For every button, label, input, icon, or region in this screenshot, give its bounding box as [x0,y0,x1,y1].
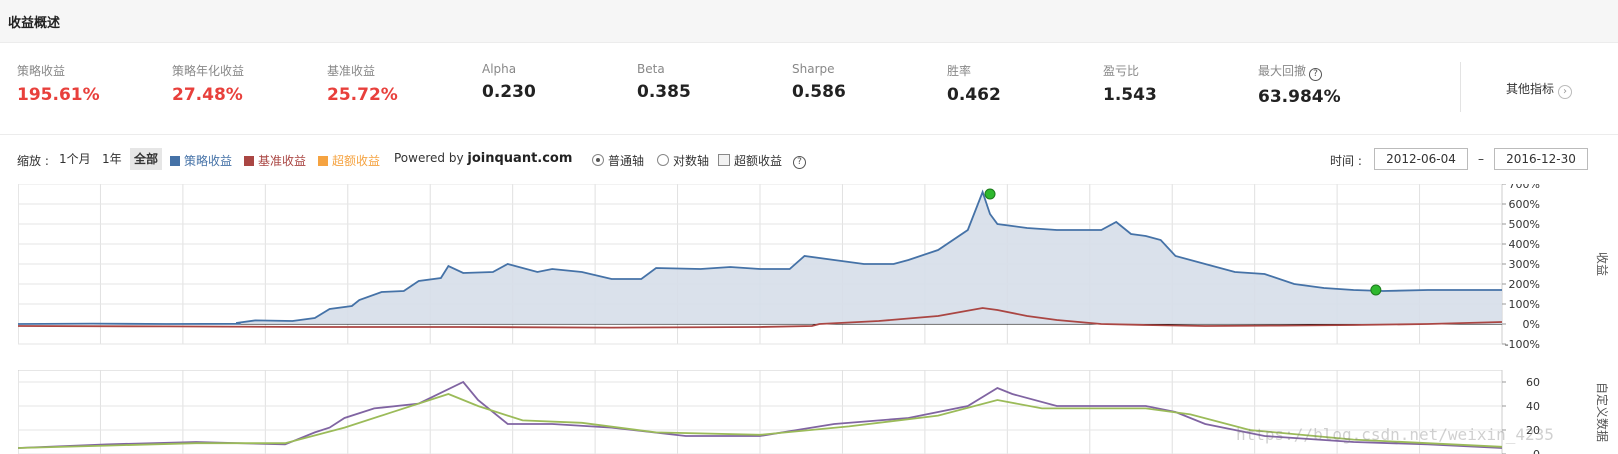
legend-strategy[interactable]: 策略收益 [170,152,232,169]
zoom-1-year[interactable]: 1年 [98,148,126,170]
zoom-1-month[interactable]: 1个月 [55,148,95,170]
y-tick-label: 60 [1526,376,1540,389]
help-icon: ? [793,156,806,169]
returns-chart[interactable]: 700% 600% 500% 400% 300% 200% 100% 0% -100% 收益 [18,184,1608,354]
y-tick-label: 600% [1509,198,1540,211]
legend-swatch [170,156,180,166]
chevron-right-icon: › [1558,85,1573,99]
summary-header: 收益概述 [0,0,1618,43]
metric-annual-return: 策略年化收益 27.48% [172,64,245,105]
date-separator: – [1478,152,1484,166]
metric-sharpe: Sharpe 0.586 [792,62,846,102]
metric-beta: Beta 0.385 [637,62,691,102]
y-axis-label: 收益 [1595,252,1608,276]
radio-icon [657,154,669,166]
axis-normal-radio[interactable]: 普通轴 [592,152,644,169]
y-tick-label: 200% [1509,278,1540,291]
legend-swatch [244,156,254,166]
y-tick-label: 0 [1533,448,1540,454]
y-tick-label: 0% [1523,318,1540,331]
y-tick-label: 500% [1509,218,1540,231]
legend-excess[interactable]: 超额收益 [318,152,380,169]
more-metrics-link[interactable]: 其他指标 › [1506,80,1573,99]
marker-point [984,188,996,200]
y-tick-label: 700% [1509,184,1540,191]
powered-by[interactable]: Powered by joinquant.com [394,151,572,166]
radio-icon [592,154,604,166]
metric-profit-loss-ratio: 盈亏比 1.543 [1103,64,1157,105]
axis-log-radio[interactable]: 对数轴 [657,152,709,169]
y-tick-label: 400% [1509,238,1540,251]
chart-toolbar: 缩放 : 1个月 1年 全部 策略收益 基准收益 超额收益 Powered by… [0,148,1618,172]
date-to-input[interactable]: 2016-12-30 [1494,148,1588,170]
date-from-input[interactable]: 2012-06-04 [1374,148,1468,170]
toolbar-help[interactable]: ? [790,152,806,169]
metric-benchmark-return: 基准收益 25.72% [327,64,398,105]
y-tick-label: -100% [1505,338,1540,351]
metrics-divider [1460,62,1461,112]
excess-return-checkbox[interactable]: 超额收益 [718,152,782,169]
checkbox-icon [718,154,730,166]
legend-benchmark[interactable]: 基准收益 [244,152,306,169]
metrics-row: 策略收益 195.61% 策略年化收益 27.48% 基准收益 25.72% A… [0,42,1618,135]
section-title: 收益概述 [8,16,61,31]
marker-point [1370,284,1382,296]
y-axis-label: 自定义数据 [1595,382,1608,442]
y-tick-label: 40 [1526,400,1540,413]
y-tick-label: 300% [1509,258,1540,271]
zoom-label: 缩放 : [17,154,49,168]
time-label: 时间 : [1330,154,1362,168]
zoom-all[interactable]: 全部 [130,148,163,170]
y-tick-label: 100% [1509,298,1540,311]
metric-alpha: Alpha 0.230 [482,62,536,102]
metric-strategy-return: 策略收益 195.61% [17,64,100,105]
metric-max-drawdown: 最大回撤? 63.984% [1258,64,1341,107]
metric-win-rate: 胜率 0.462 [947,64,1001,105]
watermark-text: https://blog.csdn.net/weixin_4235 [1236,425,1554,444]
legend-swatch [318,156,328,166]
help-icon[interactable]: ? [1309,68,1323,81]
